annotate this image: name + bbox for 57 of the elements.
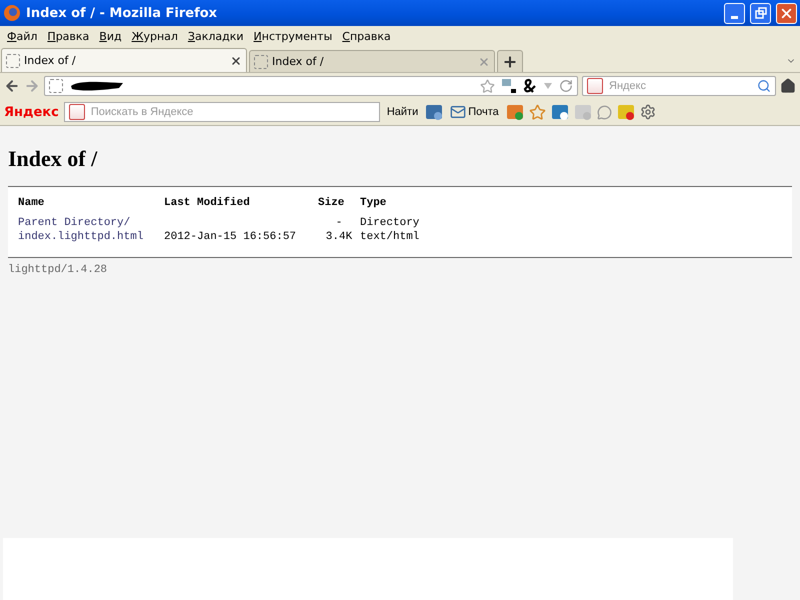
app-icon[interactable] [425, 103, 444, 121]
redaction-scribble [69, 80, 125, 92]
column-header: Type [360, 197, 388, 209]
type-cell-text: Directory [360, 217, 420, 229]
settings-icon[interactable] [640, 104, 656, 120]
size-cell-text: - [334, 217, 344, 229]
close-button[interactable] [776, 2, 797, 24]
column-header: Size [318, 197, 346, 209]
search-field[interactable]: Яндекс [607, 79, 753, 93]
minimize-icon [731, 16, 738, 18]
menu-item[interactable]: Журнал [128, 30, 185, 42]
mail-button[interactable]: Почта [448, 104, 501, 120]
modified-cell-text: 2012-Jan-15 16:56:57 [164, 231, 298, 243]
find-button[interactable]: Найти [384, 106, 420, 118]
close-tab-icon[interactable] [230, 54, 242, 66]
chat-icon[interactable] [596, 104, 612, 120]
bookmark-star-icon[interactable] [480, 78, 495, 94]
column-header: Name [18, 197, 46, 209]
yandex-icon [68, 104, 85, 120]
address-field[interactable] [44, 76, 578, 96]
menu-item[interactable]: Закладки [184, 30, 251, 42]
search-icon[interactable] [757, 79, 771, 93]
back-button[interactable] [4, 78, 20, 94]
page-icon [254, 54, 268, 68]
plus-icon [502, 54, 518, 70]
menu-item[interactable]: Файл [4, 30, 44, 42]
star-icon[interactable] [528, 104, 546, 120]
server-signature: lighttpd/1.4.28 [8, 264, 108, 276]
size-cell-text: 3.4K [324, 231, 354, 243]
yandex-logo[interactable]: Яндекс [4, 104, 59, 120]
reload-icon[interactable] [559, 79, 573, 93]
column-header: Last Modified [164, 197, 251, 209]
page-heading: Index of / [8, 146, 98, 172]
firefox-icon [3, 4, 21, 22]
search-field[interactable]: Яндекс [582, 76, 776, 96]
browser-tab[interactable]: Index of / [1, 48, 247, 72]
menu-item[interactable]: Вид [96, 30, 129, 42]
restore-icon [754, 7, 766, 19]
type-cell-text: text/html [360, 231, 420, 243]
menu-item[interactable]: Инструменты [250, 30, 340, 42]
file-link[interactable]: index.lighttpd.html [18, 231, 144, 243]
file-link[interactable]: Parent Directory/ [18, 217, 130, 229]
browser-tab[interactable]: Index of / [249, 50, 495, 72]
minimize-button[interactable] [724, 2, 745, 24]
envelope-icon [450, 104, 466, 120]
new-tab-button[interactable] [497, 50, 523, 72]
page-icon [6, 54, 20, 68]
page-icon [49, 79, 63, 93]
home-button[interactable] [780, 78, 796, 94]
ampersand-icon[interactable] [523, 78, 537, 94]
yandex-icon [587, 78, 603, 94]
menu-item[interactable]: Справка [339, 30, 398, 42]
menu-item[interactable]: Правка [44, 30, 96, 42]
window-title: Index of / - Mozilla Firefox [26, 6, 218, 20]
yandex-search-field[interactable]: Поискать в Яндексе [64, 102, 380, 122]
restore-button[interactable] [750, 2, 771, 24]
yandex-search-field[interactable]: Поискать в Яндексе [88, 105, 375, 119]
